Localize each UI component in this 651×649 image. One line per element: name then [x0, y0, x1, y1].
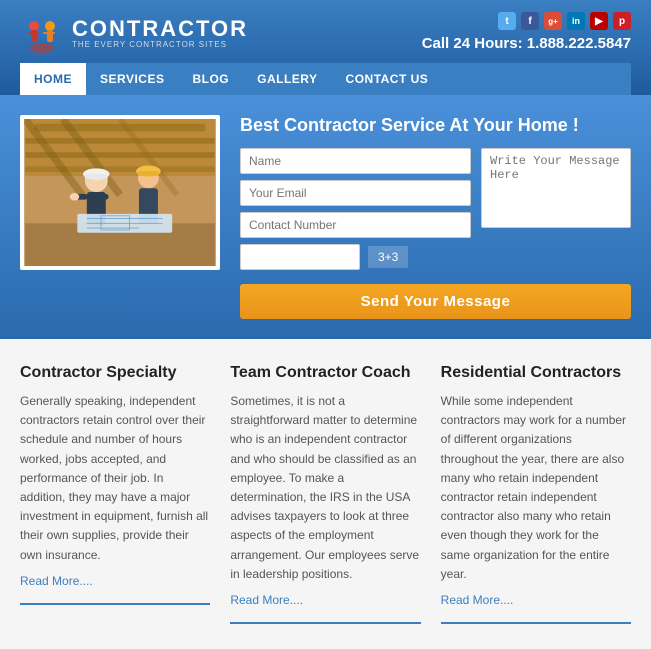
twitter-icon[interactable]: t	[498, 12, 516, 30]
phone-row	[240, 212, 471, 238]
hero-title: Best Contractor Service At Your Home !	[240, 115, 631, 136]
message-textarea[interactable]	[481, 148, 631, 228]
email-row	[240, 180, 471, 206]
nav-item-contact[interactable]: CONTACT US	[332, 63, 443, 95]
logo-area: CONTRACTOR THE EVERY CONTRACTOR SITES	[20, 10, 248, 54]
hero-image	[20, 115, 220, 270]
read-more-2[interactable]: Read More....	[230, 593, 303, 607]
form-split-row: 3+3	[240, 148, 631, 276]
feature-text-2: Sometimes, it is not a straightforward m…	[230, 392, 420, 584]
feature-title-1: Contractor Specialty	[20, 364, 210, 382]
form-right-column	[481, 148, 631, 276]
nav-item-home[interactable]: HOME	[20, 63, 86, 95]
feature-col-3: Residential Contractors While some indep…	[441, 364, 631, 624]
linkedin-icon[interactable]: in	[567, 12, 585, 30]
youtube-icon[interactable]: ▶	[590, 12, 608, 30]
read-more-1[interactable]: Read More....	[20, 574, 93, 588]
social-icons: t f g+ in ▶ p	[422, 12, 631, 30]
feature-col-2: Team Contractor Coach Sometimes, it is n…	[230, 364, 420, 624]
form-left-column: 3+3	[240, 148, 471, 276]
feature-title-2: Team Contractor Coach	[230, 364, 420, 382]
features-section: Contractor Specialty Generally speaking,…	[0, 339, 651, 649]
captcha-input[interactable]	[240, 244, 360, 270]
header: CONTRACTOR THE EVERY CONTRACTOR SITES t …	[0, 0, 651, 95]
feature-text-3: While some independent contractors may w…	[441, 392, 631, 584]
hero-content: Best Contractor Service At Your Home ! 3…	[240, 115, 631, 319]
page-wrapper: CONTRACTOR THE EVERY CONTRACTOR SITES t …	[0, 0, 651, 649]
logo-subtitle: THE EVERY CONTRACTOR SITES	[72, 40, 248, 49]
logo-icon	[20, 10, 64, 54]
call-text: Call 24 Hours: 1.888.222.5847	[422, 35, 631, 52]
feature-title-3: Residential Contractors	[441, 364, 631, 382]
header-top: CONTRACTOR THE EVERY CONTRACTOR SITES t …	[20, 10, 631, 62]
feature-col-1: Contractor Specialty Generally speaking,…	[20, 364, 210, 624]
name-row	[240, 148, 471, 174]
name-input[interactable]	[240, 148, 471, 174]
navigation: HOME SERVICES BLOG GALLERY CONTACT US	[20, 62, 631, 95]
read-more-3[interactable]: Read More....	[441, 593, 514, 607]
feature-divider-1	[20, 603, 210, 605]
facebook-icon[interactable]: f	[521, 12, 539, 30]
logo-text-area: CONTRACTOR THE EVERY CONTRACTOR SITES	[72, 16, 248, 49]
phone-input[interactable]	[240, 212, 471, 238]
logo-title: CONTRACTOR	[72, 16, 248, 42]
nav-item-gallery[interactable]: GALLERY	[243, 63, 331, 95]
google-icon[interactable]: g+	[544, 12, 562, 30]
send-button[interactable]: Send Your Message	[240, 284, 631, 319]
nav-item-services[interactable]: SERVICES	[86, 63, 178, 95]
email-input[interactable]	[240, 180, 471, 206]
feature-divider-2	[230, 622, 420, 624]
captcha-label: 3+3	[368, 246, 408, 268]
header-right: t f g+ in ▶ p Call 24 Hours: 1.888.222.5…	[422, 12, 631, 52]
feature-divider-3	[441, 622, 631, 624]
feature-text-1: Generally speaking, independent contract…	[20, 392, 210, 565]
captcha-row: 3+3	[240, 244, 471, 270]
hero-section: Best Contractor Service At Your Home ! 3…	[0, 95, 651, 339]
nav-item-blog[interactable]: BLOG	[178, 63, 243, 95]
pinterest-icon[interactable]: p	[613, 12, 631, 30]
